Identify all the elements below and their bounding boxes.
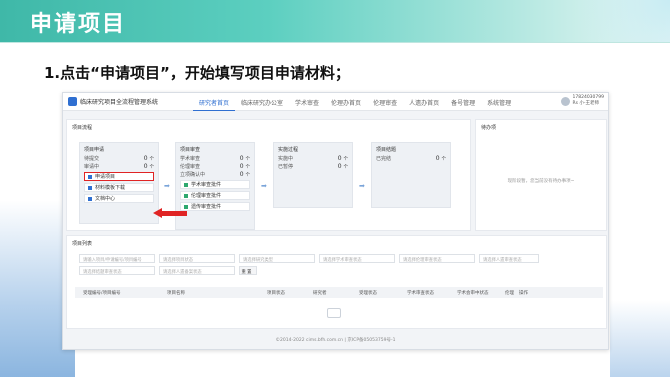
- col-name: 项目名称: [167, 291, 185, 296]
- genetics-record-select[interactable]: 请选择人遗备案状态: [159, 266, 235, 275]
- approval-icon: [184, 193, 188, 198]
- nav-item-system[interactable]: 系统管理: [481, 93, 517, 111]
- process-row-running[interactable]: 实施中 0 个: [274, 154, 352, 162]
- flow-arrow-2-icon: ➡: [261, 182, 267, 190]
- project-status-select[interactable]: 请选择项目状态: [159, 254, 235, 263]
- instruction-text: 1.点击“申请项目”，开始填写项目申请材料；: [44, 64, 350, 82]
- search-input[interactable]: 请输入项目/申请编号/项目编号: [79, 254, 155, 263]
- slide-title: 申请项目: [30, 12, 127, 37]
- genetics-approval-button[interactable]: 遗传审查批件: [180, 202, 250, 211]
- project-list-panel: 项目列表 请输入项目/申请编号/项目编号 请选择项目状态 请选择研究类型 请选择…: [66, 235, 607, 329]
- highlight-arrow-icon: [153, 208, 187, 218]
- col-researcher: 研究者: [313, 291, 327, 296]
- card-apply: 项目申请 待提交 0 个 审请中 0 个 申请项目 材料模板下载 文档中心: [79, 142, 159, 224]
- app-topbar: 临床研究项目全流程管理系统 研究者首页 临床研究办公室 学术审查 伦理办首页 伦…: [63, 93, 608, 111]
- table-header: 受理编号/项目编号 项目名称 项目状态 研究者 受理状态 学术审查状态 学术会审…: [75, 287, 603, 298]
- approval-icon: [184, 204, 188, 209]
- reset-button[interactable]: 重 置: [239, 266, 257, 275]
- flow-arrow-3-icon: ➡: [359, 182, 365, 190]
- apply-project-button[interactable]: 申请项目: [84, 172, 154, 181]
- research-type-select[interactable]: 请选择研究类型: [239, 254, 315, 263]
- app-logo-icon: [68, 97, 77, 106]
- card-review-head: 项目审查: [180, 147, 201, 153]
- user-role: Rs 小-王老师: [572, 101, 600, 106]
- col-id: 受理编号/项目编号: [83, 291, 121, 296]
- card-done-head: 项目结题: [376, 147, 397, 153]
- ethics-approval-button[interactable]: 伦理审查批件: [180, 191, 250, 200]
- apply-row-pending[interactable]: 待提交 0 个: [80, 154, 158, 162]
- card-process-head: 实施过程: [278, 147, 299, 153]
- main-nav: 研究者首页 临床研究办公室 学术审查 伦理办首页 伦理审查 人遗办首页 备号管理…: [193, 93, 517, 111]
- genetics-status-select[interactable]: 请选择人遗审查状态: [479, 254, 539, 263]
- review-row-confirm[interactable]: 立项确认中 0 个: [176, 170, 254, 178]
- nav-item-academic-review[interactable]: 学术审查: [289, 93, 325, 111]
- card-apply-head: 项目申请: [84, 147, 105, 153]
- avatar: [560, 96, 570, 106]
- nav-item-researcher-home[interactable]: 研究者首页: [193, 93, 236, 111]
- todo-empty-text: 现阶段暂，您当前没有待办事项~: [507, 179, 575, 184]
- card-done: 项目结题 已完结 0 个: [371, 142, 451, 208]
- col-academic: 学术审查状态: [407, 291, 434, 296]
- review-row-academic[interactable]: 学术审查 0 个: [176, 154, 254, 162]
- slide: 申请项目 1.点击“申请项目”，开始填写项目申请材料； 临床研究项目全流程管理系…: [0, 0, 670, 377]
- col-ethics: 伦理: [505, 291, 514, 296]
- nav-item-genetics-home[interactable]: 人遗办首页: [403, 93, 445, 111]
- flow-title: 项目流程: [72, 125, 93, 131]
- col-accept: 受理状态: [359, 291, 377, 296]
- nav-item-clinical-office[interactable]: 临床研究办公室: [235, 93, 289, 111]
- nav-item-backup[interactable]: 备号管理: [445, 93, 481, 111]
- list-title: 项目列表: [72, 241, 93, 247]
- process-row-paused[interactable]: 已暂停 0 个: [274, 162, 352, 170]
- header-divider: [0, 42, 670, 43]
- ethics-status-select[interactable]: 请选择伦理审查状态: [399, 254, 475, 263]
- app-screenshot: 临床研究项目全流程管理系统 研究者首页 临床研究办公室 学术审查 伦理办首页 伦…: [62, 92, 609, 350]
- approval-icon: [184, 182, 188, 187]
- download-icon: [88, 185, 92, 190]
- project-flow-panel: 项目流程 项目申请 待提交 0 个 审请中 0 个 申请项目 材料模板下载 文档中心…: [66, 119, 471, 231]
- academic-status-select[interactable]: 请选择学术审查状态: [319, 254, 395, 263]
- folder-icon: [88, 196, 92, 201]
- app-title: 临床研究项目全流程管理系统: [80, 99, 159, 106]
- nav-item-ethics-home[interactable]: 伦理办首页: [325, 93, 367, 111]
- filter-bar: 请输入项目/申请编号/项目编号 请选择项目状态 请选择研究类型 请选择学术审查状…: [79, 254, 599, 278]
- app-footer: ©2014-2022 cims.bfh.com.cn | 京ICP备050537…: [275, 338, 396, 343]
- user-menu[interactable]: 17824030799 Rs 小-王老师: [560, 95, 605, 107]
- academic-approval-button[interactable]: 学术审查批件: [180, 180, 250, 189]
- todo-panel: 待办项 现阶段暂，您当前没有待办事项~: [475, 119, 607, 231]
- doc-center-button[interactable]: 文档中心: [84, 194, 154, 203]
- col-status: 项目状态: [267, 291, 285, 296]
- building-decoration-right: [610, 300, 670, 377]
- review-row-ethics[interactable]: 伦理审查 0 个: [176, 162, 254, 170]
- card-process: 实施过程 实施中 0 个 已暂停 0 个: [273, 142, 353, 208]
- col-actions: 操作: [519, 291, 528, 296]
- header-decoration: [540, 0, 670, 42]
- user-info: 17824030799 Rs 小-王老师: [573, 95, 605, 107]
- card-review: 项目审查 学术审查 0 个 伦理审查 0 个 立项确认中 0 个 学术审查批件 伦理审…: [175, 142, 255, 230]
- done-row-finished[interactable]: 已完结 0 个: [372, 154, 450, 162]
- flow-arrow-1-icon: ➡: [164, 182, 170, 190]
- nav-item-ethics-review[interactable]: 伦理审查: [367, 93, 403, 111]
- empty-box-icon: [327, 308, 341, 318]
- apply-row-in-progress[interactable]: 审请中 0 个: [80, 162, 158, 170]
- template-download-button[interactable]: 材料模板下载: [84, 183, 154, 192]
- document-icon: [88, 174, 92, 179]
- closing-status-select[interactable]: 请选择结题审查状态: [79, 266, 155, 275]
- todo-title: 待办项: [481, 125, 497, 131]
- col-academic-meeting: 学术会审中状态: [457, 291, 489, 296]
